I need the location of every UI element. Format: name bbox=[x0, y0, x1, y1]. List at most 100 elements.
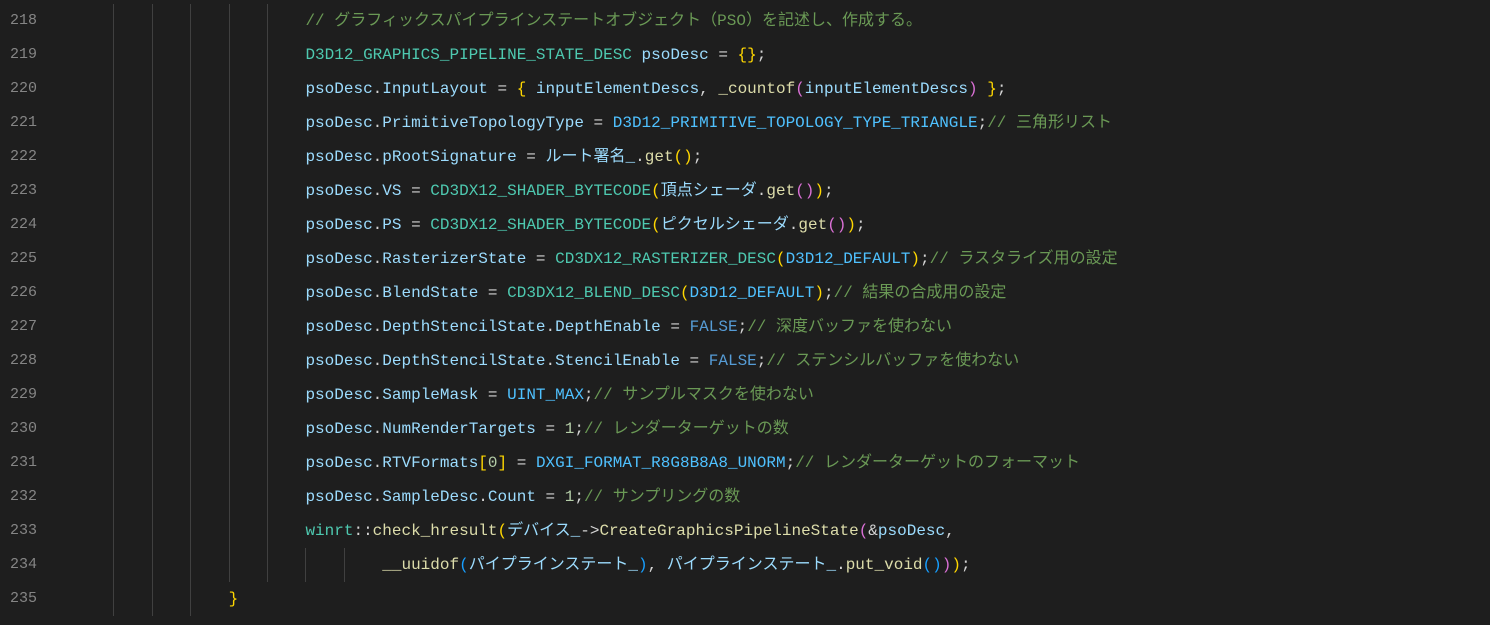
fold-column bbox=[57, 0, 75, 625]
code-token: psoDesc bbox=[305, 284, 372, 302]
code-line[interactable]: psoDesc.DepthStencilState.DepthEnable = … bbox=[75, 310, 1490, 344]
code-token: psoDesc bbox=[305, 488, 372, 506]
code-token: , bbox=[648, 556, 667, 574]
code-token: DepthStencilState bbox=[382, 352, 545, 370]
code-token: get bbox=[798, 216, 827, 234]
code-token: = bbox=[680, 352, 709, 370]
code-token: 頂点シェーダ bbox=[661, 182, 757, 200]
code-token: . bbox=[478, 488, 488, 506]
code-token: CD3DX12_SHADER_BYTECODE bbox=[430, 182, 651, 200]
code-token: ) bbox=[805, 182, 815, 200]
line-number: 223 bbox=[10, 174, 37, 208]
code-token: psoDesc bbox=[305, 250, 372, 268]
code-token: ( bbox=[795, 182, 805, 200]
code-token: ( bbox=[776, 250, 786, 268]
code-token: pRootSignature bbox=[382, 148, 516, 166]
line-number: 226 bbox=[10, 276, 37, 310]
code-token: FALSE bbox=[690, 318, 738, 336]
code-token: get bbox=[645, 148, 674, 166]
code-token: ; bbox=[824, 284, 834, 302]
code-token: psoDesc bbox=[305, 148, 372, 166]
code-token: ; bbox=[856, 216, 866, 234]
code-token: , bbox=[699, 80, 718, 98]
code-token: ) bbox=[951, 556, 961, 574]
code-token: = bbox=[536, 420, 565, 438]
code-token bbox=[978, 80, 988, 98]
code-token: . bbox=[373, 216, 383, 234]
code-token: psoDesc bbox=[305, 182, 372, 200]
code-token: [ bbox=[478, 454, 488, 472]
code-token: & bbox=[868, 522, 878, 540]
line-number: 227 bbox=[10, 310, 37, 344]
code-token: ) bbox=[846, 216, 856, 234]
code-line[interactable]: psoDesc.DepthStencilState.StencilEnable … bbox=[75, 344, 1490, 378]
code-token: . bbox=[373, 454, 383, 472]
code-token: ( bbox=[498, 522, 508, 540]
code-token: psoDesc bbox=[305, 216, 372, 234]
code-line[interactable]: psoDesc.NumRenderTargets = 1;// レンダーターゲッ… bbox=[75, 412, 1490, 446]
code-token: CD3DX12_SHADER_BYTECODE bbox=[430, 216, 651, 234]
code-token: D3D12_PRIMITIVE_TOPOLOGY_TYPE_TRIANGLE bbox=[613, 114, 978, 132]
code-token: パイプラインステート_ bbox=[469, 556, 638, 574]
code-token: . bbox=[373, 386, 383, 404]
code-token: ; bbox=[574, 488, 584, 506]
code-token: = bbox=[401, 182, 430, 200]
code-token: D3D12_GRAPHICS_PIPELINE_STATE_DESC bbox=[305, 46, 631, 64]
code-token: . bbox=[373, 80, 383, 98]
code-token: Count bbox=[488, 488, 536, 506]
code-token: DepthEnable bbox=[555, 318, 661, 336]
code-token: inputElementDescs bbox=[536, 80, 699, 98]
code-area[interactable]: // グラフィックスパイプラインステートオブジェクト（PSO）を記述し、作成する… bbox=[75, 0, 1490, 625]
code-line[interactable]: psoDesc.BlendState = CD3DX12_BLEND_DESC(… bbox=[75, 276, 1490, 310]
code-token: // 三角形リスト bbox=[987, 114, 1112, 132]
code-line[interactable]: __uuidof(パイプラインステート_), パイプラインステート_.put_v… bbox=[75, 548, 1490, 582]
line-number: 224 bbox=[10, 208, 37, 242]
code-token: . bbox=[373, 318, 383, 336]
code-token: . bbox=[635, 148, 645, 166]
code-token: // 結果の合成用の設定 bbox=[834, 284, 1007, 302]
code-token: ; bbox=[824, 182, 834, 200]
code-line[interactable]: psoDesc.PS = CD3DX12_SHADER_BYTECODE(ピクセ… bbox=[75, 208, 1490, 242]
code-line[interactable]: } bbox=[75, 582, 1490, 616]
code-line[interactable]: psoDesc.RasterizerState = CD3DX12_RASTER… bbox=[75, 242, 1490, 276]
code-token: CreateGraphicsPipelineState bbox=[599, 522, 858, 540]
code-token: . bbox=[373, 114, 383, 132]
code-line[interactable]: psoDesc.RTVFormats[0] = DXGI_FORMAT_R8G8… bbox=[75, 446, 1490, 480]
code-token: RTVFormats bbox=[382, 454, 478, 472]
code-token: DepthStencilState bbox=[382, 318, 545, 336]
code-token: // 深度バッファを使わない bbox=[747, 318, 952, 336]
code-token: = bbox=[507, 454, 536, 472]
code-line[interactable]: psoDesc.SampleDesc.Count = 1;// サンプリングの数 bbox=[75, 480, 1490, 514]
code-token: ; bbox=[738, 318, 748, 336]
code-token: PrimitiveTopologyType bbox=[382, 114, 584, 132]
code-line[interactable]: D3D12_GRAPHICS_PIPELINE_STATE_DESC psoDe… bbox=[75, 38, 1490, 72]
line-number-gutter: 2182192202212222232242252262272282292302… bbox=[0, 0, 57, 625]
code-token: ( bbox=[651, 216, 661, 234]
code-token: . bbox=[373, 352, 383, 370]
code-token: . bbox=[373, 488, 383, 506]
code-token: = bbox=[478, 386, 507, 404]
code-line[interactable]: // グラフィックスパイプラインステートオブジェクト（PSO）を記述し、作成する… bbox=[75, 4, 1490, 38]
code-line[interactable]: psoDesc.PrimitiveTopologyType = D3D12_PR… bbox=[75, 106, 1490, 140]
code-line[interactable]: psoDesc.VS = CD3DX12_SHADER_BYTECODE(頂点シ… bbox=[75, 174, 1490, 208]
code-token: SampleDesc bbox=[382, 488, 478, 506]
code-line[interactable]: psoDesc.InputLayout = { inputElementDesc… bbox=[75, 72, 1490, 106]
code-line[interactable]: psoDesc.pRootSignature = ルート署名_.get(); bbox=[75, 140, 1490, 174]
code-token: = bbox=[661, 318, 690, 336]
code-token: } bbox=[229, 590, 239, 608]
code-token: CD3DX12_BLEND_DESC bbox=[507, 284, 680, 302]
code-token: D3D12_DEFAULT bbox=[690, 284, 815, 302]
code-token: ルート署名_ bbox=[546, 148, 636, 166]
code-token: ( bbox=[795, 80, 805, 98]
code-token: InputLayout bbox=[382, 80, 488, 98]
line-number: 233 bbox=[10, 514, 37, 548]
code-line[interactable]: psoDesc.SampleMask = UINT_MAX;// サンプルマスク… bbox=[75, 378, 1490, 412]
code-token: FALSE bbox=[709, 352, 757, 370]
line-number: 220 bbox=[10, 72, 37, 106]
code-token: = bbox=[488, 80, 517, 98]
code-editor[interactable]: 2182192202212222232242252262272282292302… bbox=[0, 0, 1490, 625]
code-token: ( bbox=[923, 556, 933, 574]
code-line[interactable]: winrt::check_hresult(デバイス_->CreateGraphi… bbox=[75, 514, 1490, 548]
code-token: psoDesc bbox=[878, 522, 945, 540]
code-token: ( bbox=[827, 216, 837, 234]
